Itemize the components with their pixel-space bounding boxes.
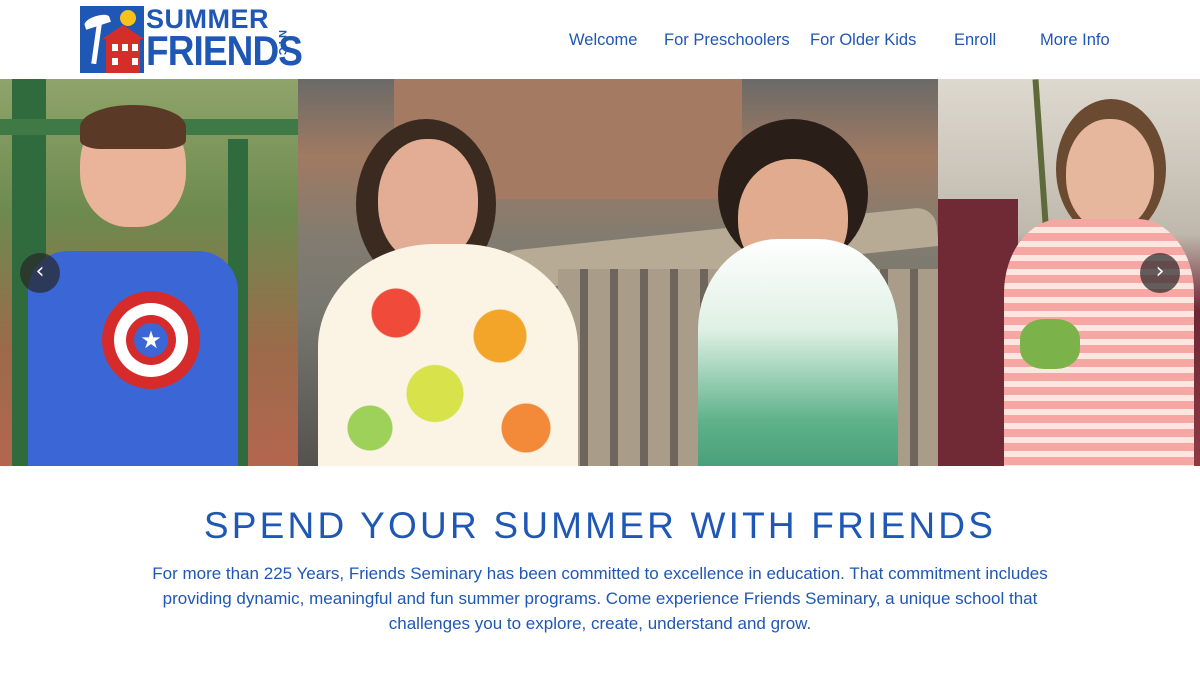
chevron-left-icon[interactable]: ‹ bbox=[20, 253, 60, 293]
house-window bbox=[112, 44, 118, 51]
boy-hair bbox=[80, 105, 186, 149]
summer-friends-logo[interactable]: SUMMER FRIENDS NYC bbox=[80, 4, 303, 74]
chevron-right-icon[interactable]: › bbox=[1140, 253, 1180, 293]
nav-more-info[interactable]: More Info bbox=[1040, 31, 1110, 50]
page-headline: SPEND YOUR SUMMER WITH FRIENDS bbox=[203, 505, 997, 546]
nav-enroll[interactable]: Enroll bbox=[954, 31, 996, 50]
house-window bbox=[112, 58, 118, 65]
white-green-towel bbox=[698, 239, 898, 466]
logo-word-nyc: NYC bbox=[276, 30, 288, 57]
intro-line: providing dynamic, meaningful and fun su… bbox=[162, 589, 1038, 608]
star-icon: ★ bbox=[134, 323, 168, 357]
site-header: SUMMER FRIENDS NYC Welcome For Preschool… bbox=[0, 0, 1200, 79]
nav-for-preschoolers[interactable]: For Preschoolers bbox=[664, 31, 790, 50]
intro-line: challenges you to explore, create, under… bbox=[388, 614, 812, 633]
girl-three-face bbox=[1066, 119, 1154, 231]
palm-trunk bbox=[91, 23, 102, 65]
intro-paragraph: For more than 225 Years, Friends Seminar… bbox=[110, 561, 1090, 636]
house-icon bbox=[106, 36, 140, 73]
house-window bbox=[132, 58, 138, 65]
green-toy-lizard bbox=[1020, 319, 1080, 369]
house-window bbox=[122, 44, 128, 51]
nav-welcome[interactable]: Welcome bbox=[569, 31, 637, 50]
house-window bbox=[132, 44, 138, 51]
nav-for-older-kids[interactable]: For Older Kids bbox=[810, 31, 916, 50]
intro-line: For more than 225 Years, Friends Seminar… bbox=[152, 564, 1048, 583]
hero-carousel: ★ ‹ › bbox=[0, 79, 1200, 466]
polka-dot-towel bbox=[318, 244, 578, 466]
sun-icon bbox=[120, 10, 136, 26]
logo-emblem bbox=[80, 6, 144, 73]
girls-with-towels-photo bbox=[298, 79, 938, 466]
